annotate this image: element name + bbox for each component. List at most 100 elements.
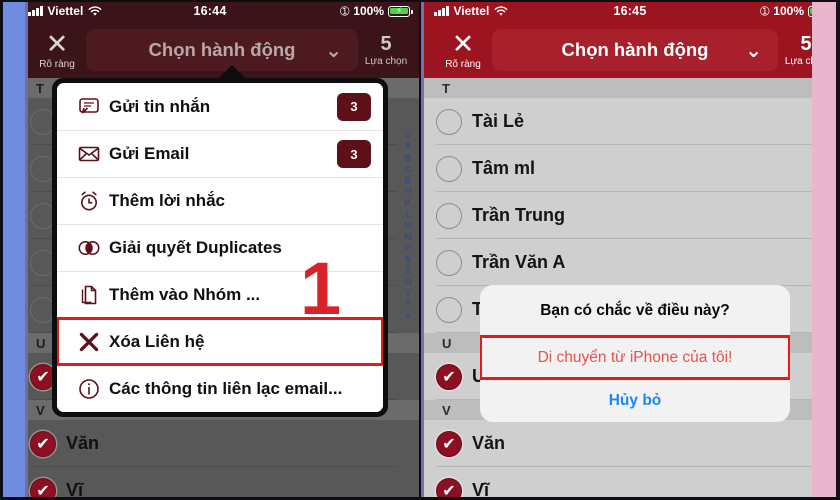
- chevron-down-icon: ⌄: [325, 39, 342, 62]
- index-letter[interactable]: Ý: [405, 299, 411, 310]
- popup-caret: [218, 65, 246, 79]
- info-circle-icon: [69, 377, 109, 401]
- action-sheet-item-label: Gửi Email: [109, 144, 190, 163]
- status-right-group: ➀ 100% ⚡: [340, 4, 413, 18]
- list-item[interactable]: Tài Lẻ: [420, 98, 840, 145]
- index-letter[interactable]: K: [405, 198, 412, 209]
- confirm-alert-dialog: Bạn có chắc về điều này? Di chuyển từ iP…: [480, 285, 790, 422]
- action-sheet-item-label: Xóa Liên hệ: [109, 332, 205, 351]
- index-letter[interactable]: M: [404, 220, 412, 231]
- index-letter[interactable]: L: [405, 209, 411, 220]
- right-phone-screen: Viettel 16:45 ➀ 100% ⚡ ✕ Rõ ràng Chọn hà…: [420, 0, 840, 500]
- index-letter[interactable]: S: [405, 254, 411, 265]
- close-x-icon: ✕: [45, 28, 69, 59]
- count-badge: 3: [337, 92, 371, 121]
- action-sheet-item-label: Thêm vào Nhóm ...: [109, 285, 261, 304]
- contact-name: Văn: [472, 433, 506, 453]
- unchecked-circle-icon[interactable]: [436, 202, 462, 229]
- index-letter[interactable]: C: [405, 164, 412, 175]
- action-sheet-item-label: Giải quyết Duplicates: [109, 238, 282, 257]
- index-letter[interactable]: T: [405, 266, 411, 277]
- right-bezel: [836, 0, 840, 500]
- alphabet-index-rail[interactable]: ⌕ABCĐHKLMNPSTUVÝ#: [400, 130, 416, 322]
- left-phone-screen: Viettel 16:44 ➀ 100% ⚡ ✕ Rõ ràng Chọn hà…: [0, 0, 420, 500]
- selection-count-label: Lựa chọn: [364, 55, 408, 67]
- list-item[interactable]: ✔ Vĩ: [420, 467, 840, 500]
- comparison-screenshot: Viettel 16:44 ➀ 100% ⚡ ✕ Rõ ràng Chọn hà…: [0, 0, 840, 500]
- battery-percent-label: 100%: [353, 4, 384, 18]
- contact-name: Tài Lẻ: [472, 111, 525, 131]
- contact-name: Tâm ml: [472, 158, 536, 178]
- unchecked-circle-icon[interactable]: [436, 108, 462, 135]
- choose-action-title: Chọn hành động: [561, 39, 709, 60]
- list-item[interactable]: Trần Văn A: [420, 239, 840, 286]
- index-letter[interactable]: N: [405, 232, 412, 243]
- index-letter[interactable]: H: [405, 186, 412, 197]
- contact-name: Trần Trung: [472, 205, 566, 225]
- checkmark-icon[interactable]: ✔: [436, 430, 462, 457]
- nav-bar: ✕ Rõ ràng Chọn hành động ⌄ 5 Lựa chọn: [0, 22, 420, 78]
- contact-name: Trần Văn A: [472, 252, 566, 272]
- status-bar: Viettel 16:45 ➀ 100% ⚡: [420, 0, 840, 22]
- list-item[interactable]: ✔ Văn: [0, 420, 420, 467]
- list-item[interactable]: Trần Trung: [420, 192, 840, 239]
- panel-divider: [419, 0, 421, 500]
- clear-button-label: Rõ ràng: [39, 58, 75, 70]
- action-sheet-item[interactable]: Các thông tin liên lạc email...: [57, 365, 383, 412]
- venn-circles-icon: [69, 236, 109, 260]
- list-item[interactable]: Tâm ml: [420, 145, 840, 192]
- alert-destructive-button[interactable]: Di chuyển từ iPhone của tôi!: [480, 335, 790, 380]
- choose-action-dropdown[interactable]: Chọn hành động ⌄: [492, 29, 778, 71]
- left-bezel: [0, 0, 3, 500]
- right-pink-edge-strip: [812, 0, 836, 500]
- index-letter[interactable]: V: [405, 288, 411, 299]
- action-sheet-item[interactable]: Gửi tin nhắn 3: [57, 83, 383, 130]
- top-border: [0, 0, 840, 2]
- count-badge: 3: [337, 140, 371, 168]
- location-arrow-icon: ➀: [760, 5, 770, 18]
- battery-percent-label: 100%: [773, 4, 804, 18]
- left-blue-edge-strip: [3, 0, 25, 500]
- clear-button-label: Rõ ràng: [445, 58, 481, 70]
- location-arrow-icon: ➀: [340, 5, 350, 18]
- list-section-header: T: [420, 78, 840, 98]
- alert-cancel-button[interactable]: Hủy bỏ: [480, 379, 790, 422]
- checkmark-icon[interactable]: ✔: [30, 430, 56, 457]
- close-x-icon: ✕: [451, 28, 475, 59]
- action-sheet-item-label: Gửi tin nhắn: [109, 96, 211, 116]
- alert-title: Bạn có chắc về điều này?: [540, 302, 730, 319]
- unchecked-circle-icon[interactable]: [436, 249, 462, 276]
- search-icon[interactable]: ⌕: [405, 130, 410, 141]
- list-item[interactable]: ✔ Vĩ: [0, 467, 420, 500]
- x-mark-icon: [69, 329, 109, 355]
- chevron-down-icon: ⌄: [745, 39, 762, 62]
- action-sheet-item-label: Các thông tin liên lạc email...: [109, 379, 343, 398]
- annotation-number-1: 1: [300, 247, 342, 330]
- nav-bar: ✕ Rõ ràng Chọn hành động ⌄ 5 Lựa chọn: [420, 22, 840, 78]
- unchecked-circle-icon[interactable]: [436, 155, 462, 182]
- action-sheet-item-label: Thêm lời nhắc: [109, 191, 225, 210]
- clear-button[interactable]: ✕ Rõ ràng: [434, 28, 492, 70]
- contact-name: Văn: [66, 433, 100, 453]
- index-letter[interactable]: #: [405, 311, 410, 322]
- selection-count: 5 Lựa chọn: [358, 34, 414, 67]
- status-bar: Viettel 16:44 ➀ 100% ⚡: [0, 0, 420, 22]
- index-letter[interactable]: A: [405, 141, 412, 152]
- index-letter[interactable]: Đ: [405, 175, 412, 186]
- list-item[interactable]: ✔ Văn: [420, 420, 840, 467]
- index-letter[interactable]: U: [405, 277, 412, 288]
- selection-count-value: 5: [380, 32, 392, 55]
- action-sheet-item[interactable]: Thêm lời nhắc: [57, 177, 383, 224]
- envelope-icon: [69, 142, 109, 166]
- message-bubble-icon: [69, 95, 109, 119]
- index-letter[interactable]: B: [405, 153, 412, 164]
- checkmark-icon[interactable]: ✔: [436, 363, 462, 390]
- alarm-clock-icon: [69, 189, 109, 213]
- copy-pages-icon: [69, 283, 109, 307]
- clear-button[interactable]: ✕ Rõ ràng: [28, 28, 86, 70]
- battery-charging-icon: ⚡: [388, 5, 413, 17]
- unchecked-circle-icon[interactable]: [436, 296, 462, 323]
- index-letter[interactable]: P: [405, 243, 411, 254]
- action-sheet-item[interactable]: Gửi Email 3: [57, 130, 383, 177]
- left-violet-edge-strip: [25, 0, 28, 500]
